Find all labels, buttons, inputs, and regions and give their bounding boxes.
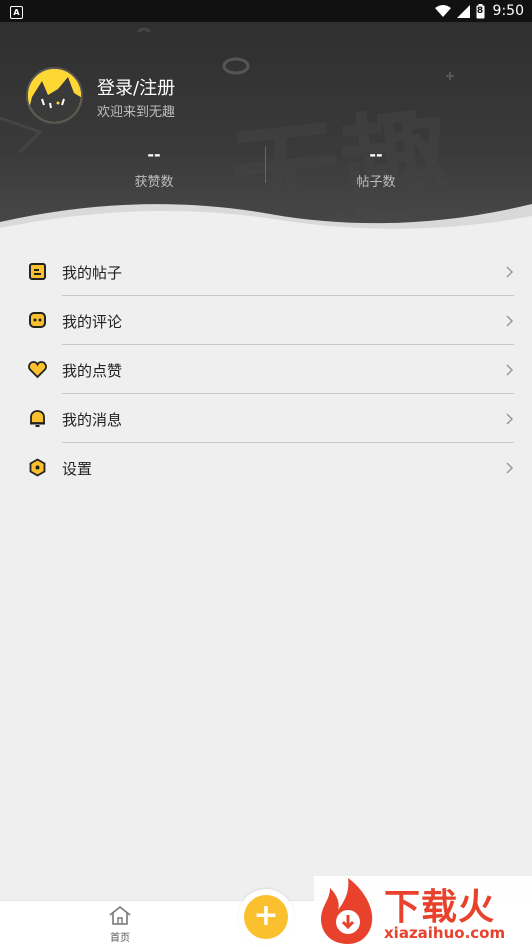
chevron-right-icon <box>505 264 514 278</box>
status-bar-right: 8 9:50 <box>434 3 524 19</box>
add-post-button[interactable]: + <box>244 895 288 939</box>
menu-item-settings[interactable]: 设置 <box>0 443 532 492</box>
chevron-right-icon <box>505 411 514 425</box>
menu-item-label: 我的帖子 <box>62 264 123 282</box>
posts-stat[interactable]: -- 帖子数 <box>306 145 446 190</box>
menu-item-my-comments[interactable]: 我的评论 <box>0 296 532 345</box>
status-bar-left: A <box>10 4 23 19</box>
posts-count: -- <box>369 145 383 164</box>
menu-item-label: 我的评论 <box>62 313 123 331</box>
settings-icon <box>28 458 47 477</box>
menu-item-label: 我的消息 <box>62 411 123 429</box>
battery-icon: 8 <box>476 3 485 19</box>
menu-item-label: 设置 <box>62 460 93 478</box>
home-icon <box>108 905 132 929</box>
comment-icon <box>28 311 47 330</box>
status-bar: A 8 9:50 <box>0 0 532 22</box>
watermark-url: xiazaihuo.com <box>384 924 506 942</box>
menu-list: 我的帖子 我的评论 我的点赞 我的消息 设置 <box>0 247 532 492</box>
chevron-right-icon <box>505 362 514 376</box>
menu-item-label: 我的点赞 <box>62 362 123 380</box>
watermark: 下载火 xiazaihuo.com <box>314 876 532 946</box>
status-time: 9:50 <box>492 3 524 19</box>
notification-app-icon: A <box>10 5 23 19</box>
posts-label: 帖子数 <box>356 175 396 190</box>
menu-item-my-messages[interactable]: 我的消息 <box>0 394 532 443</box>
chevron-right-icon <box>505 313 514 327</box>
post-icon <box>28 262 47 281</box>
battery-level: 8 <box>476 5 484 16</box>
header-wave <box>0 204 532 237</box>
likes-stat[interactable]: -- 获赞数 <box>84 145 224 190</box>
avatar[interactable] <box>26 67 83 124</box>
wifi-icon <box>434 4 451 18</box>
likes-count: -- <box>147 145 161 164</box>
flame-logo-icon <box>321 878 373 944</box>
watermark-text: 下载火 <box>384 887 496 928</box>
avatar-mascot-icon <box>28 69 81 122</box>
bell-icon <box>28 409 47 428</box>
nav-home-label: 首页 <box>110 933 130 944</box>
nav-home[interactable]: 首页 <box>104 905 136 944</box>
likes-label: 获赞数 <box>134 175 174 190</box>
signal-icon <box>456 4 470 18</box>
menu-item-my-posts[interactable]: 我的帖子 <box>0 247 532 296</box>
menu-item-my-likes[interactable]: 我的点赞 <box>0 345 532 394</box>
heart-icon <box>28 360 47 379</box>
fab-container: + <box>238 889 294 945</box>
login-register-link[interactable]: 登录/注册 <box>97 74 175 100</box>
profile-header: 无趣 登录/注册 欢迎来到无趣 -- 获赞数 -- 帖子数 <box>0 22 532 237</box>
welcome-text: 欢迎来到无趣 <box>97 105 176 120</box>
stat-divider <box>265 146 266 183</box>
chevron-right-icon <box>505 460 514 474</box>
